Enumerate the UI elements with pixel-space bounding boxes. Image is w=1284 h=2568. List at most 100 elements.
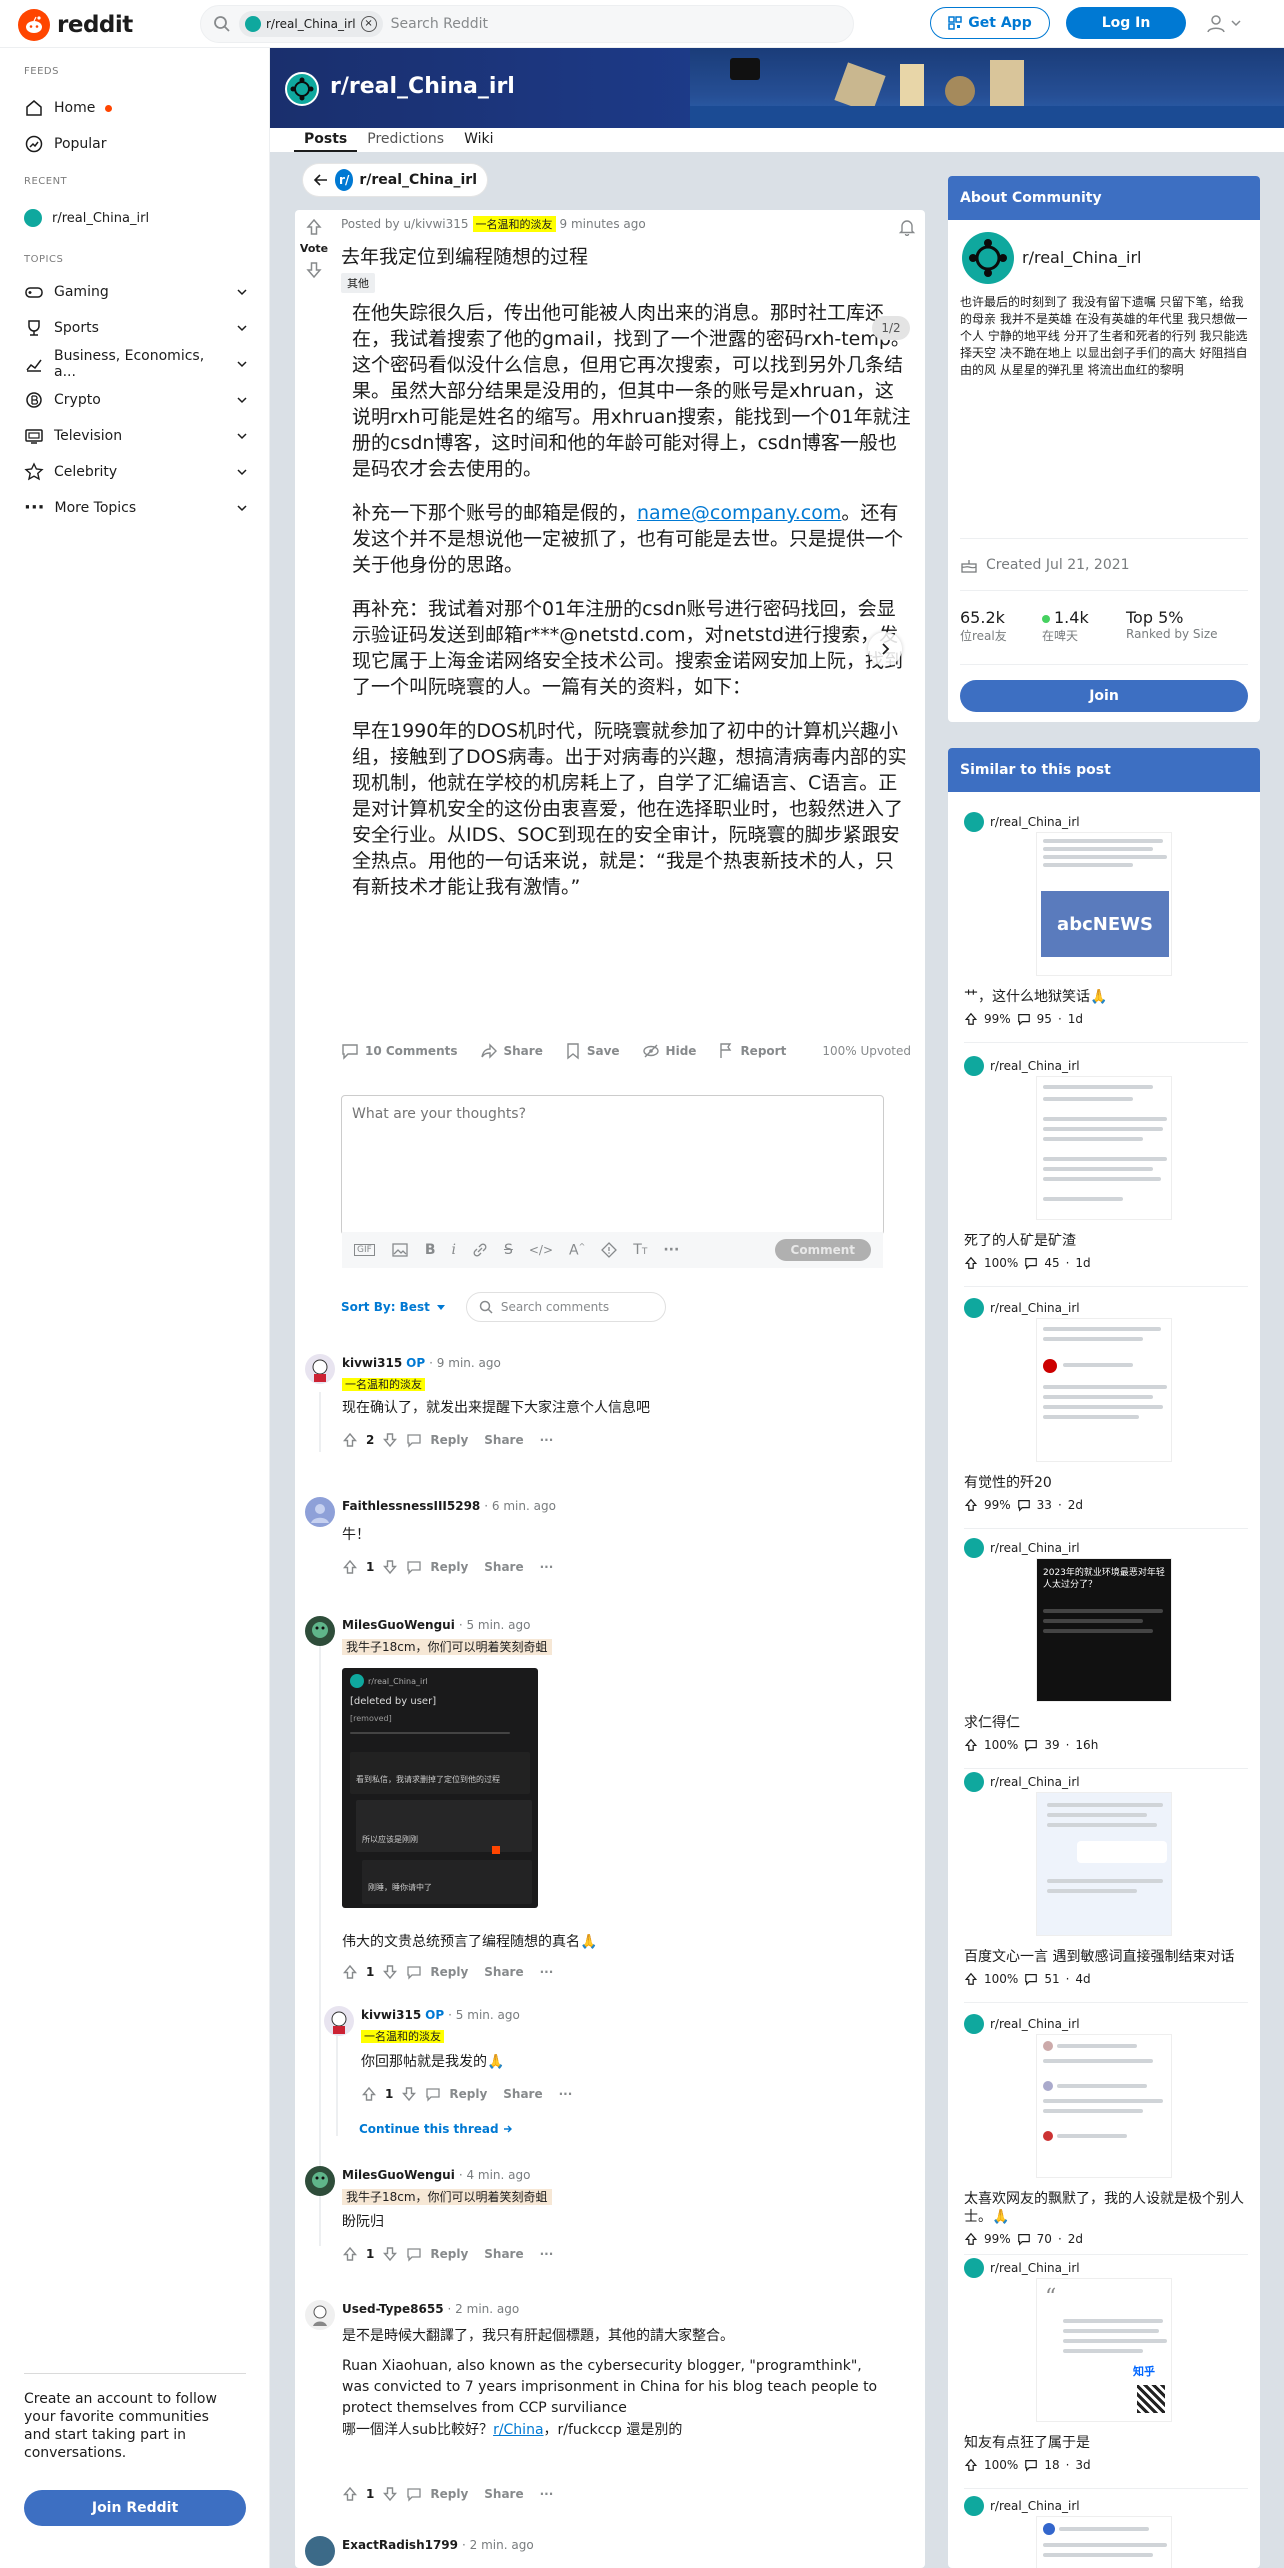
comment-search-input[interactable]: Search comments (501, 1300, 609, 1314)
user-menu[interactable] (1205, 12, 1241, 34)
share-button[interactable]: Share (499, 2087, 546, 2101)
tab-wiki[interactable]: Wiki (454, 128, 503, 152)
share-button[interactable]: Share (480, 1560, 527, 1574)
downvote-icon[interactable] (382, 2486, 398, 2502)
bell-icon[interactable] (898, 218, 916, 236)
reply-button[interactable]: Reply (406, 1964, 472, 1980)
more-button[interactable]: ··· (536, 2247, 558, 2261)
upvote-icon[interactable] (361, 2086, 377, 2102)
comment-author[interactable]: FaithlessnessIII5298 (342, 1499, 480, 1513)
reply-button[interactable]: Reply (425, 2086, 491, 2102)
search-bar[interactable]: r/real_China_irl × Search Reddit (200, 5, 854, 43)
italic-icon[interactable]: i (451, 1242, 455, 1258)
topic-more[interactable]: ··· More Topics (24, 494, 248, 522)
similar-post[interactable]: r/real_China_irl abcNEWS 艹，这什么地狱笑话🙏 99% … (964, 812, 1248, 1048)
comment-author[interactable]: MilesGuoWengui (342, 1618, 455, 1632)
reply-button[interactable]: Reply (406, 2486, 472, 2502)
similar-post[interactable]: r/real_China_irl 2023年的就业环境最恶对年轻人太过分了？ 求… (964, 1538, 1248, 1774)
next-page-button[interactable] (868, 632, 902, 666)
topic-television[interactable]: Television (24, 422, 248, 450)
avatar[interactable] (305, 1497, 335, 1527)
upvote-icon[interactable] (305, 218, 323, 236)
get-app-button[interactable]: Get App (930, 7, 1050, 39)
comment-author[interactable]: Used-Type8655 (342, 2302, 444, 2316)
similar-post[interactable]: r/real_China_irl 有觉性的歼20 99% 33 · 2d (964, 1298, 1248, 1534)
comment-submit-button[interactable]: Comment (774, 1239, 871, 1261)
avatar[interactable] (305, 2536, 335, 2566)
upvote-icon[interactable] (342, 1964, 358, 1980)
report-button[interactable]: Report (718, 1042, 786, 1060)
comment-author[interactable]: kivwi315 (342, 1356, 402, 1370)
join-button[interactable]: Join (960, 680, 1248, 712)
downvote-icon[interactable] (382, 1432, 398, 1448)
avatar[interactable] (305, 1354, 335, 1384)
more-button[interactable]: ··· (536, 2487, 558, 2501)
topic-business[interactable]: Business, Economics, a... (24, 348, 248, 380)
more-options-icon[interactable]: ··· (663, 1242, 679, 1258)
downvote-icon[interactable] (382, 2246, 398, 2262)
upvote-icon[interactable] (342, 1559, 358, 1575)
share-button[interactable]: Share (480, 2247, 527, 2261)
comments-button[interactable]: 10 Comments (341, 1042, 458, 1060)
upvote-icon[interactable] (342, 1432, 358, 1448)
share-button[interactable]: Share (480, 1433, 527, 1447)
continue-thread-link[interactable]: Continue this thread (359, 2122, 513, 2136)
heading-icon[interactable]: TT (633, 1242, 647, 1258)
topic-crypto[interactable]: Crypto (24, 386, 248, 414)
tab-predictions[interactable]: Predictions (357, 128, 454, 152)
reply-button[interactable]: Reply (406, 2246, 472, 2262)
reply-button[interactable]: Reply (406, 1432, 472, 1448)
downvote-icon[interactable] (382, 1964, 398, 1980)
avatar[interactable] (305, 2300, 335, 2330)
join-reddit-button[interactable]: Join Reddit (24, 2490, 246, 2526)
avatar[interactable] (305, 2166, 335, 2196)
topic-sports[interactable]: Sports (24, 314, 248, 342)
sort-dropdown[interactable]: Sort By: Best (341, 1300, 446, 1314)
search-input[interactable]: Search Reddit (391, 16, 488, 32)
more-button[interactable]: ··· (536, 1560, 558, 1574)
nav-home[interactable]: Home (24, 94, 248, 122)
link-icon[interactable] (472, 1242, 488, 1258)
downvote-icon[interactable] (401, 2086, 417, 2102)
close-icon[interactable]: × (360, 16, 377, 32)
similar-post[interactable]: r/real_China_irl 死了的人矿是矿渣 100% 45 · 1d (964, 1056, 1248, 1292)
comment-image[interactable]: r/real_China_irl [deleted by user] [remo… (342, 1668, 538, 1908)
nav-popular[interactable]: Popular (24, 130, 248, 158)
similar-post[interactable]: r/real_China_irl (964, 2496, 1248, 2568)
search-subreddit-chip[interactable]: r/real_China_irl × (239, 11, 383, 37)
more-button[interactable]: ··· (555, 2087, 577, 2101)
comment-author[interactable]: ExactRadish1799 (342, 2538, 458, 2552)
comment-search[interactable]: Search comments (465, 1292, 666, 1322)
topic-celebrity[interactable]: Celebrity (24, 458, 248, 486)
comment-input[interactable] (342, 1096, 883, 1196)
comment-author[interactable]: kivwi315 (361, 2008, 421, 2022)
avatar[interactable] (305, 1616, 335, 1646)
reply-button[interactable]: Reply (406, 1559, 472, 1575)
upvote-icon[interactable] (342, 2246, 358, 2262)
email-link[interactable]: name@company.com (637, 502, 841, 524)
strikethrough-icon[interactable]: S (504, 1242, 513, 1258)
recent-subreddit-item[interactable]: r/real_China_irl (24, 204, 248, 232)
topic-gaming[interactable]: Gaming (24, 278, 248, 306)
save-button[interactable]: Save (565, 1042, 620, 1060)
back-to-subreddit[interactable]: r/ r/real_China_irl (303, 164, 487, 196)
reddit-logo[interactable]: reddit (18, 9, 133, 41)
comment-composer[interactable] (341, 1095, 884, 1235)
similar-post[interactable]: r/real_China_irl 太喜欢网友的飘默了，我的人设就是极个别人士。🙏… (964, 2014, 1248, 2258)
comment-author[interactable]: MilesGuoWengui (342, 2168, 455, 2182)
more-button[interactable]: ··· (536, 1433, 558, 1447)
image-icon[interactable] (391, 1241, 409, 1259)
subreddit-link[interactable]: r/China (493, 2422, 543, 2438)
downvote-icon[interactable] (382, 1559, 398, 1575)
hide-button[interactable]: Hide (642, 1042, 696, 1060)
share-button[interactable]: Share (480, 1965, 527, 1979)
bold-icon[interactable]: B (425, 1242, 436, 1258)
share-button[interactable]: Share (480, 2487, 527, 2501)
superscript-icon[interactable]: A^ (569, 1242, 585, 1259)
code-icon[interactable]: </> (529, 1243, 553, 1257)
downvote-icon[interactable] (305, 261, 323, 279)
similar-post[interactable]: r/real_China_irl “ 知乎 知友有点狂了属于是 100% 18 … (964, 2258, 1248, 2494)
login-button[interactable]: Log In (1066, 7, 1186, 39)
post-flair[interactable]: 其他 (341, 273, 375, 293)
gif-icon[interactable]: GIF (354, 1244, 375, 1256)
